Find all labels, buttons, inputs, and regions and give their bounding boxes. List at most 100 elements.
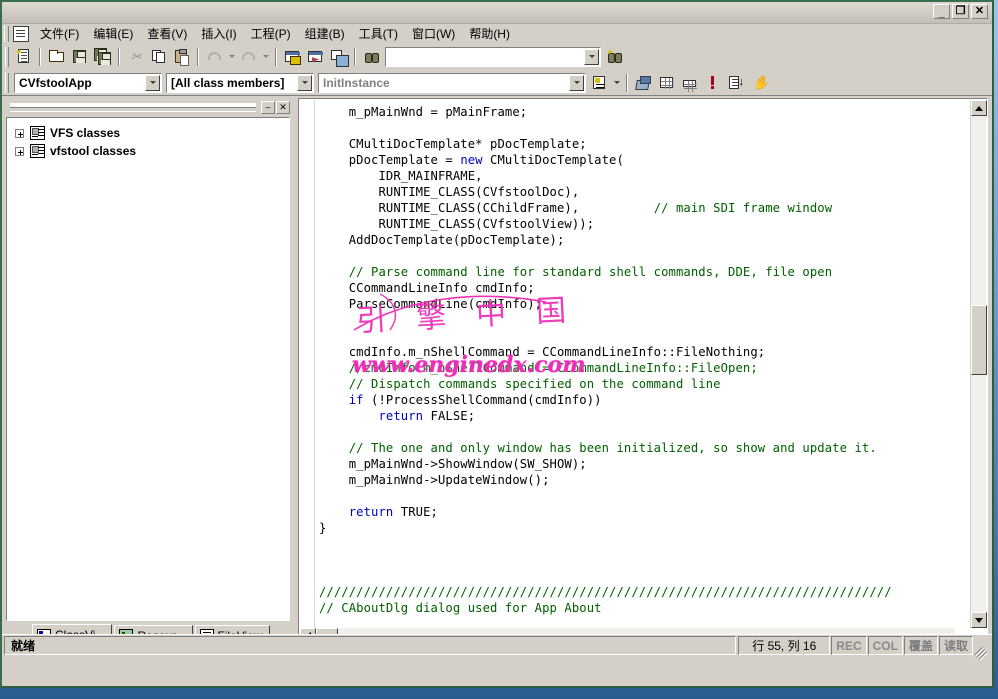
menu-item-build[interactable]: 组建(B): [298, 23, 352, 44]
class-folder-icon: [30, 144, 45, 158]
menu-item-tools[interactable]: 工具(T): [352, 23, 405, 44]
menu-item-file[interactable]: 文件(F): [33, 23, 86, 44]
resize-grip[interactable]: [974, 636, 990, 655]
tree-item-vfs-classes[interactable]: VFS classes: [15, 124, 289, 142]
error-button[interactable]: [701, 72, 724, 94]
menu-item-insert[interactable]: 插入(I): [194, 23, 243, 44]
stop-build-button[interactable]: [678, 72, 701, 94]
menu-item-edit[interactable]: 编辑(E): [86, 23, 140, 44]
title-bar: _ ❐ ✕: [2, 2, 992, 24]
search-button[interactable]: ✦: [603, 46, 626, 68]
wizard-action-dropdown[interactable]: [611, 72, 622, 94]
open-button[interactable]: [45, 46, 68, 68]
toolbar-separator: [354, 47, 356, 66]
tree-item-label: VFS classes: [50, 126, 121, 140]
save-icon: [71, 48, 89, 65]
scroll-up-button[interactable]: [971, 100, 987, 116]
members-combo-arrow[interactable]: [297, 74, 312, 91]
main-window: _ ❐ ✕ 文件(F) 编辑(E) 查看(V) 插入(I) 工程(P) 组建(B…: [0, 0, 994, 688]
output-window-button[interactable]: [304, 46, 327, 68]
code-token: (!ProcessShellCommand(cmdInfo)): [363, 393, 602, 407]
pane-close-button[interactable]: ✕: [276, 101, 290, 114]
go-button[interactable]: ↓: [724, 72, 747, 94]
window-list-button[interactable]: [327, 46, 350, 68]
save-all-button[interactable]: [91, 46, 114, 68]
toolbar-separator: [626, 73, 628, 92]
code-token: if: [348, 393, 364, 407]
output-window-icon: [307, 48, 325, 65]
tree-item-label: vfstool classes: [50, 144, 137, 158]
class-combo-arrow[interactable]: [145, 74, 160, 91]
expand-plus-icon[interactable]: [15, 128, 24, 138]
workspace-window-button[interactable]: [281, 46, 304, 68]
minimize-button[interactable]: _: [933, 4, 950, 19]
menu-item-view[interactable]: 查看(V): [140, 23, 194, 44]
wizardbar-grip[interactable]: [5, 72, 9, 93]
workspace-pane-caption: – ✕: [6, 100, 290, 115]
function-combo-arrow[interactable]: [569, 74, 584, 91]
code-token: CMultiDocTemplate* pDocTemplate;: [319, 137, 587, 151]
compile-button[interactable]: [632, 72, 655, 94]
function-combo[interactable]: InitInstance: [318, 72, 586, 93]
save-button[interactable]: [68, 46, 91, 68]
restore-icon: ❐: [955, 5, 966, 17]
menu-item-help[interactable]: 帮助(H): [462, 23, 517, 44]
workspace-pane: – ✕ VFS classes vfstool classes: [6, 100, 290, 646]
code-token: ParseCommandLine(cmdInfo);: [319, 297, 543, 311]
undo-dropdown[interactable]: [226, 46, 237, 68]
redo-dropdown[interactable]: [260, 46, 271, 68]
paste-button[interactable]: [170, 46, 193, 68]
undo-button[interactable]: [203, 46, 226, 68]
code-editor[interactable]: m_pMainWnd = pMainFrame; CMultiDocTempla…: [300, 100, 955, 628]
editor-gutter[interactable]: [300, 100, 315, 628]
insert-breakpoint-button[interactable]: ✋: [747, 72, 770, 94]
cut-button[interactable]: ✂: [124, 46, 147, 68]
class-tree[interactable]: VFS classes vfstool classes: [6, 117, 290, 621]
stop-build-icon: [681, 74, 699, 92]
chevron-down-icon: [149, 81, 156, 84]
build-button[interactable]: [655, 72, 678, 94]
find-in-files-button[interactable]: [360, 46, 383, 68]
code-token: // The one and only window has been init…: [348, 441, 877, 455]
members-combo[interactable]: [All class members]: [166, 72, 314, 93]
code-token: new: [460, 153, 483, 167]
close-button[interactable]: ✕: [971, 4, 988, 19]
minimize-icon: _: [938, 7, 945, 19]
close-icon: ✕: [974, 5, 985, 17]
expand-plus-icon[interactable]: [15, 146, 24, 156]
vertical-scroll-thumb[interactable]: [971, 305, 987, 375]
menu-item-window[interactable]: 窗口(W): [405, 23, 462, 44]
paste-clipboard-icon: [173, 48, 191, 66]
code-token: return: [378, 409, 424, 423]
source-code[interactable]: m_pMainWnd = pMainFrame; CMultiDocTempla…: [300, 104, 955, 628]
new-document-button[interactable]: ✦: [12, 46, 35, 68]
members-combo-value: [All class members]: [171, 75, 285, 90]
chevron-down-icon: [573, 81, 580, 84]
scroll-down-button[interactable]: [971, 612, 987, 628]
find-in-files-icon: [363, 48, 381, 65]
status-bar: 就绪 行 55, 列 16 REC COL 覆盖 读取: [2, 634, 992, 656]
code-token: CCommandLineInfo cmdInfo;: [319, 281, 535, 295]
code-token: m_pMainWnd->UpdateWindow();: [319, 473, 550, 487]
pane-drag-grip[interactable]: [10, 103, 256, 112]
error-exclamation-icon: [704, 74, 722, 91]
code-token: m_pMainWnd = pMainFrame;: [319, 105, 528, 119]
cut-scissors-icon: ✂: [130, 49, 142, 64]
restore-button[interactable]: ❐: [952, 4, 969, 19]
class-combo[interactable]: CVfstoolApp: [14, 72, 162, 93]
menubar-grip[interactable]: [4, 25, 9, 42]
menu-item-project[interactable]: 工程(P): [244, 23, 298, 44]
editor-vertical-scrollbar[interactable]: [970, 100, 987, 628]
redo-button[interactable]: [237, 46, 260, 68]
tree-item-vfstool-classes[interactable]: vfstool classes: [15, 142, 289, 160]
copy-button[interactable]: [147, 46, 170, 68]
code-token: // Parse command line for standard shell…: [348, 265, 833, 279]
pane-minimize-button[interactable]: –: [261, 101, 275, 114]
chevron-down-icon: [613, 81, 620, 84]
build-icon: [658, 74, 676, 91]
toolbar-grip[interactable]: [5, 46, 9, 67]
find-dropdown-button[interactable]: [584, 48, 599, 65]
workspace-window-icon: [284, 48, 302, 65]
find-combo[interactable]: [385, 46, 601, 67]
wizard-action-button[interactable]: [588, 72, 611, 94]
